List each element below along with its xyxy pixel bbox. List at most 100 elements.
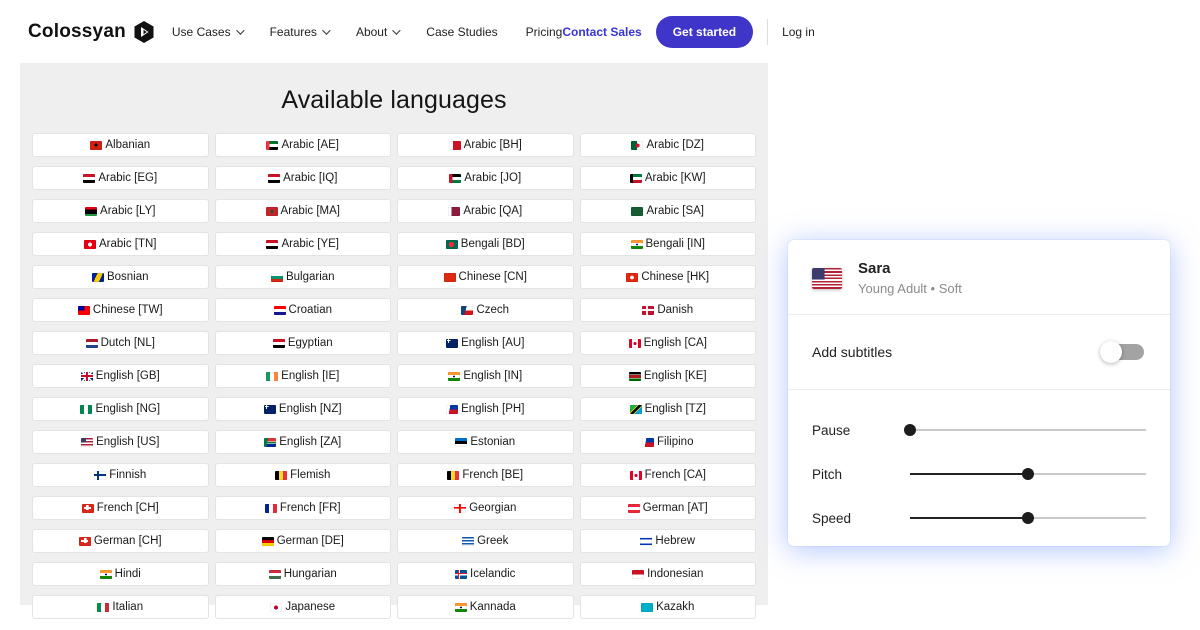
language-button[interactable]: Egyptian [215,331,392,355]
language-label: English [IN] [463,370,522,382]
language-button[interactable]: Finnish [32,463,209,487]
language-label: Filipino [657,436,693,448]
language-button[interactable]: Chinese [HK] [580,265,757,289]
contact-sales-link[interactable]: Contact Sales [562,25,641,39]
language-button[interactable]: English [NZ] [215,397,392,421]
nav-item-label: Pricing [526,25,563,39]
speed-slider[interactable] [910,511,1146,525]
language-button[interactable]: Arabic [BH] [397,133,574,157]
language-button[interactable]: Hungarian [215,562,392,586]
language-button[interactable]: Arabic [TN] [32,232,209,256]
nav-item-use-cases[interactable]: Use Cases [172,25,242,39]
language-button[interactable]: French [CA] [580,463,757,487]
language-button[interactable]: French [CH] [32,496,209,520]
get-started-button[interactable]: Get started [656,16,753,48]
language-button[interactable]: Japanese [215,595,392,619]
language-button[interactable]: Arabic [QA] [397,199,574,223]
add-subtitles-toggle[interactable] [1100,341,1146,363]
language-button[interactable]: English [KE] [580,364,757,388]
colossyan-logo[interactable]: Colossyan [28,20,156,44]
flag-icon [642,306,654,315]
language-button[interactable]: German [CH] [32,529,209,553]
language-button[interactable]: French [FR] [215,496,392,520]
language-button[interactable]: Bengali [BD] [397,232,574,256]
language-button[interactable]: Chinese [TW] [32,298,209,322]
language-label: French [CA] [645,469,706,481]
language-button[interactable]: Chinese [CN] [397,265,574,289]
language-button[interactable]: English [IN] [397,364,574,388]
language-button[interactable]: Arabic [AE] [215,133,392,157]
language-button[interactable]: Hebrew [580,529,757,553]
language-button[interactable]: Filipino [580,430,757,454]
language-button[interactable]: Greek [397,529,574,553]
flag-icon [630,471,642,480]
language-button[interactable]: Kazakh [580,595,757,619]
language-button[interactable]: Arabic [DZ] [580,133,757,157]
header-actions: Contact Sales Get started Log in [562,16,814,48]
chevron-down-icon [236,26,244,34]
language-button[interactable]: English [US] [32,430,209,454]
language-button[interactable]: Flemish [215,463,392,487]
pause-slider[interactable] [910,423,1146,437]
nav-item-case-studies[interactable]: Case Studies [426,25,497,39]
slider-knob[interactable] [1022,512,1034,524]
slider-label: Pause [812,423,910,438]
language-button[interactable]: Arabic [JO] [397,166,574,190]
language-button[interactable]: Danish [580,298,757,322]
language-button[interactable]: Italian [32,595,209,619]
language-button[interactable]: German [AT] [580,496,757,520]
language-button[interactable]: Croatian [215,298,392,322]
language-button[interactable]: English [NG] [32,397,209,421]
login-link[interactable]: Log in [782,25,815,39]
language-button[interactable]: Arabic [LY] [32,199,209,223]
flag-icon [449,174,461,183]
language-label: Kannada [470,601,516,613]
language-button[interactable]: Kannada [397,595,574,619]
language-button[interactable]: Arabic [YE] [215,232,392,256]
language-button[interactable]: English [IE] [215,364,392,388]
language-button[interactable]: Hindi [32,562,209,586]
language-button[interactable]: Arabic [KW] [580,166,757,190]
flag-icon [274,306,286,315]
language-label: Albanian [105,139,150,151]
main-nav: Use Cases Features About Case Studies Pricin… [172,25,562,39]
pitch-slider[interactable] [910,467,1146,481]
languages-grid: Albanian Arabic [AE]Arabic [BH]Arabic [DZ… [20,133,768,619]
language-button[interactable]: German [DE] [215,529,392,553]
voice-traits: Young Adult • Soft [858,281,962,296]
nav-item-features[interactable]: Features [270,25,328,39]
language-button[interactable]: English [AU] [397,331,574,355]
voice-selector[interactable]: Sara Young Adult • Soft [788,240,1170,314]
language-button[interactable]: Arabic [IQ] [215,166,392,190]
nav-item-about[interactable]: About [356,25,398,39]
language-label: German [DE] [277,535,344,547]
flag-icon [448,372,460,381]
language-button[interactable]: Bengali [IN] [580,232,757,256]
language-button[interactable]: Dutch [NL] [32,331,209,355]
language-button[interactable]: Arabic [SA] [580,199,757,223]
language-button[interactable]: English [GB] [32,364,209,388]
language-button[interactable]: Arabic [MA] [215,199,392,223]
language-label: Indonesian [647,568,703,580]
flag-icon [86,339,98,348]
language-label: Georgian [469,502,516,514]
language-button[interactable]: French [BE] [397,463,574,487]
flag-icon [632,570,644,579]
language-label: Chinese [HK] [641,271,709,283]
nav-item-pricing[interactable]: Pricing [526,25,563,39]
language-button[interactable]: Albanian [32,133,209,157]
language-button[interactable]: English [ZA] [215,430,392,454]
slider-knob[interactable] [1022,468,1034,480]
language-button[interactable]: Icelandic [397,562,574,586]
language-button[interactable]: Georgian [397,496,574,520]
language-button[interactable]: Indonesian [580,562,757,586]
language-button[interactable]: Bosnian [32,265,209,289]
language-button[interactable]: English [PH] [397,397,574,421]
language-button[interactable]: English [TZ] [580,397,757,421]
language-button[interactable]: Estonian [397,430,574,454]
slider-knob[interactable] [904,424,916,436]
language-button[interactable]: English [CA] [580,331,757,355]
language-button[interactable]: Bulgarian [215,265,392,289]
language-button[interactable]: Arabic [EG] [32,166,209,190]
language-button[interactable]: Czech [397,298,574,322]
